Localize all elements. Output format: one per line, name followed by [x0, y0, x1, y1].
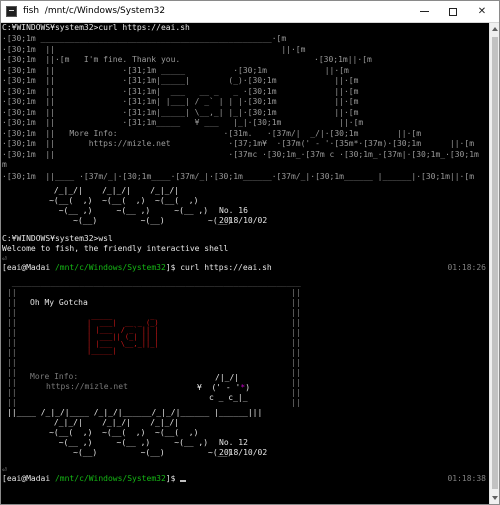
ascii-cat-text: ¥ (' - ' — [197, 383, 241, 392]
banner-box-side: || || — [7, 398, 301, 407]
window-title: fish /mnt/c/Windows/System32 — [23, 6, 166, 16]
prompt-path: /mnt/c/Windows/System32 — [54, 263, 166, 272]
banner-greeting: Oh My Gotcha — [30, 298, 88, 307]
ascii-cat: c _ c_|_ — [209, 393, 248, 402]
scrollbar-thumb[interactable] — [492, 37, 498, 489]
right-prompt-time: 01:18:26 — [447, 263, 486, 272]
ascii-cats-row: ~(__ ,) ~(__ ,) ~(__ ,) — [25, 206, 209, 215]
escape-line: ·[30;1m || ·[31;1m|_____| (_)·[30;1m ||·… — [2, 76, 359, 85]
ascii-cats-row: ~(__) ~(__) ~(__) — [25, 448, 233, 457]
prompt-end: ]$ — [165, 263, 181, 272]
maximize-button[interactable] — [439, 1, 467, 22]
issue-date: 2018/10/02 — [219, 448, 268, 457]
escape-line: ·[30;1m ________________________________… — [2, 34, 287, 43]
escape-line: ·[30;1m || ·[31;1m| |___| / _` | | |·[30… — [2, 97, 359, 106]
ascii-cats-row: ~(__( ,) ~(__( ,) ~(__( ,) — [25, 196, 199, 205]
escape-line: ·[30;1m || ·[31;1m|_____| \__,_| |_|·[30… — [2, 108, 359, 117]
escape-line: m — [2, 160, 7, 169]
ascii-cat: /|_/| — [215, 373, 240, 382]
ascii-cats-row: ~(__( ,) ~(__( ,) ~(__( ,) — [25, 428, 199, 437]
issue-number: No. 12 — [219, 438, 248, 447]
welcome-message: Welcome to fish, the friendly interactiv… — [2, 244, 229, 253]
shell-prompt: [eai@Madai /mnt/c/Windows/System32]$ cur… — [2, 264, 272, 273]
cmd-line-wsl: C:¥WINDOWS¥system32>wsl — [2, 234, 113, 243]
typed-command: curl https://eai.sh — [180, 263, 272, 272]
prompt-user: [eai@Madai — [2, 474, 55, 483]
escape-line: ·[30;1m ||____ ·[37m/_|·[30;1m____·[37m/… — [2, 172, 475, 181]
escape-line: ·[30;1m || ·[31;1m| ___ __ _ _ ·[30;1m |… — [2, 87, 359, 96]
shell-prompt[interactable]: [eai@Madai /mnt/c/Windows/System32]$ — [2, 474, 187, 484]
text-cursor — [180, 480, 187, 482]
right-prompt-time: 01:18:38 — [447, 474, 486, 483]
minimize-button[interactable] — [410, 1, 438, 22]
scroll-down-arrow-icon[interactable] — [492, 496, 498, 500]
prompt-end: ]$ — [165, 474, 181, 483]
eai-ascii-logo: _____ _ | ___| __ _ (_) | |___ / _` || |… — [87, 312, 159, 355]
banner-box-top: ________________________________________… — [7, 278, 301, 287]
ascii-cats-row: ~(__) ~(__) ~(__) — [25, 216, 233, 225]
banner-box-side: || || — [7, 358, 301, 367]
ascii-cats-row: /_|_/| /_|_/| /_|_/| — [25, 186, 180, 195]
prompt-path: /mnt/c/Windows/System32 — [54, 474, 166, 483]
escape-text: ·[30;1m||·[m — [314, 55, 372, 64]
more-info-url: https://mizle.net — [46, 382, 128, 391]
escape-line: ·[30;1m || ||·[m — [2, 45, 306, 54]
ascii-cats-row: ~(__ ,) ~(__ ,) ~(__ ,) — [25, 438, 209, 447]
terminal-app-icon — [6, 6, 17, 17]
scroll-up-arrow-icon[interactable] — [492, 27, 498, 31]
banner-box-bottom: ||____ /_|_/|____ /_|_/|______/_|_/|____… — [7, 408, 263, 417]
escape-line: ·[30;1m || https://mizle.net ·[37;1m¥ ·[… — [2, 139, 475, 148]
escape-line: ·[30;1m ||·[m I'm fine. Thank you. ·[30;1… — [2, 55, 372, 65]
issue-date: 2018/10/02 — [219, 216, 268, 225]
close-icon: ✕ — [477, 6, 487, 17]
vertical-scrollbar[interactable] — [489, 23, 499, 504]
title-bar[interactable]: fish /mnt/c/Windows/System32 ✕ — [1, 1, 499, 23]
minimize-icon — [419, 11, 429, 12]
more-info-label: More Info: — [30, 372, 79, 381]
escape-line: ·[30;1m || ·[31;1m _____ ·[30;1m ||·[m — [2, 66, 349, 75]
ascii-cat-text: ) — [245, 383, 251, 392]
maximize-icon — [449, 7, 457, 16]
ascii-cats-row: /_|_/| /_|_/| /_|_/| — [25, 418, 180, 427]
banner-box-side: || || — [7, 288, 301, 297]
escape-line: ·[30;1m || ·[31;1m_____ ¥ ___ |_|·[30;1m… — [2, 118, 364, 127]
terminal-output[interactable]: C:¥WINDOWS¥system32>curl https://eai.sh … — [1, 23, 489, 504]
cmd-line-curl: C:¥WINDOWS¥system32>curl https://eai.sh — [2, 23, 190, 32]
close-button[interactable]: ✕ — [468, 1, 496, 22]
ascii-cat: ¥ (' - '*) — [197, 384, 250, 393]
terminal-window: fish /mnt/c/Windows/System32 ✕ C:¥WINDOW… — [0, 0, 500, 505]
issue-number: No. 16 — [219, 206, 248, 215]
escape-text: ·[30;1m ||·[m I'm fine. Thank you. — [2, 55, 181, 64]
prompt-user: [eai@Madai — [2, 263, 55, 272]
escape-line: ·[30;1m || ·[37mc ·[30;1m_·[37m c ·[30;1… — [2, 150, 489, 159]
escape-line: ·[30;1m || More Info: ·[31m. ·[37m/| _/|… — [2, 129, 422, 138]
